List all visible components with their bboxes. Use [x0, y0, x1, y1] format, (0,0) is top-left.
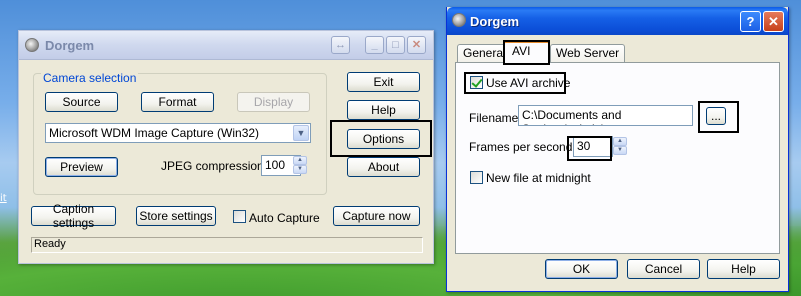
close-icon[interactable]: ✕ [407, 36, 426, 54]
dorgem-options-dialog: Dorgem ? ✕ General AVI Web Server Use AV… [446, 7, 789, 292]
spin-down-icon[interactable]: ▼ [613, 146, 627, 155]
desktop-icon-label[interactable]: it [0, 193, 10, 205]
store-settings-button[interactable]: Store settings [136, 206, 216, 226]
jpeg-compression-stepper[interactable]: ▲ ▼ [293, 156, 307, 174]
auto-capture-label: Auto Capture [249, 211, 320, 225]
spin-down-icon[interactable]: ▼ [293, 165, 307, 174]
browse-highlight [698, 101, 739, 133]
new-file-midnight-label: New file at midnight [486, 171, 591, 185]
camera-selection-label: Camera selection [41, 71, 139, 85]
maximize-icon[interactable]: □ [386, 36, 405, 54]
chevron-down-icon[interactable]: ▼ [293, 125, 309, 141]
close-icon[interactable]: ✕ [763, 11, 784, 32]
capture-now-button[interactable]: Capture now [333, 206, 420, 226]
exit-button[interactable]: Exit [347, 72, 420, 92]
filename-value: C:\Documents and Settings\admin\ [522, 108, 622, 125]
status-bar: Ready [31, 237, 423, 253]
about-button[interactable]: About [347, 157, 420, 177]
source-button[interactable]: Source [45, 92, 118, 112]
app-icon [25, 38, 39, 52]
status-text: Ready [34, 238, 66, 250]
titlebar[interactable]: Dorgem ? ✕ [447, 7, 788, 35]
filename-label: Filename: [469, 111, 522, 125]
camera-select[interactable]: Microsoft WDM Image Capture (Win32) ▼ [45, 123, 311, 143]
new-file-midnight-checkbox[interactable] [470, 171, 483, 184]
avi-tab-highlight [503, 40, 550, 65]
jpeg-compression-value: 100 [265, 158, 286, 172]
minimize-icon[interactable]: _ [365, 36, 384, 54]
dialog-help-button[interactable]: Help [707, 259, 780, 279]
titlebar[interactable]: Dorgem ↔ _ □ ✕ [19, 31, 433, 60]
help-icon[interactable]: ? [740, 11, 761, 32]
dorgem-main-window: Dorgem ↔ _ □ ✕ Camera selection Source F… [18, 30, 434, 264]
format-button[interactable]: Format [141, 92, 214, 112]
ok-button[interactable]: OK [545, 259, 618, 279]
preview-button[interactable]: Preview [45, 157, 118, 177]
filename-input[interactable]: C:\Documents and Settings\admin\ [518, 105, 693, 126]
options-highlight [330, 120, 432, 157]
fps-stepper[interactable]: ▲ ▼ [613, 137, 627, 155]
cancel-button[interactable]: Cancel [627, 259, 700, 279]
fps-highlight [567, 136, 612, 161]
swap-arrows-icon[interactable]: ↔ [331, 36, 350, 54]
caption-settings-button[interactable]: Caption settings [31, 202, 116, 230]
fps-label: Frames per second [469, 140, 573, 154]
display-button[interactable]: Display [237, 92, 310, 112]
camera-select-value: Microsoft WDM Image Capture (Win32) [49, 126, 260, 140]
spin-up-icon[interactable]: ▲ [613, 137, 627, 146]
jpeg-compression-label: JPEG compression: [161, 159, 268, 173]
window-title: Dorgem [45, 38, 95, 53]
help-button[interactable]: Help [347, 100, 420, 120]
spin-up-icon[interactable]: ▲ [293, 156, 307, 165]
auto-capture-checkbox[interactable] [233, 210, 246, 223]
tab-web-server[interactable]: Web Server [550, 44, 626, 62]
use-avi-highlight [464, 72, 566, 94]
app-icon [452, 13, 466, 27]
dialog-title: Dorgem [470, 14, 520, 29]
